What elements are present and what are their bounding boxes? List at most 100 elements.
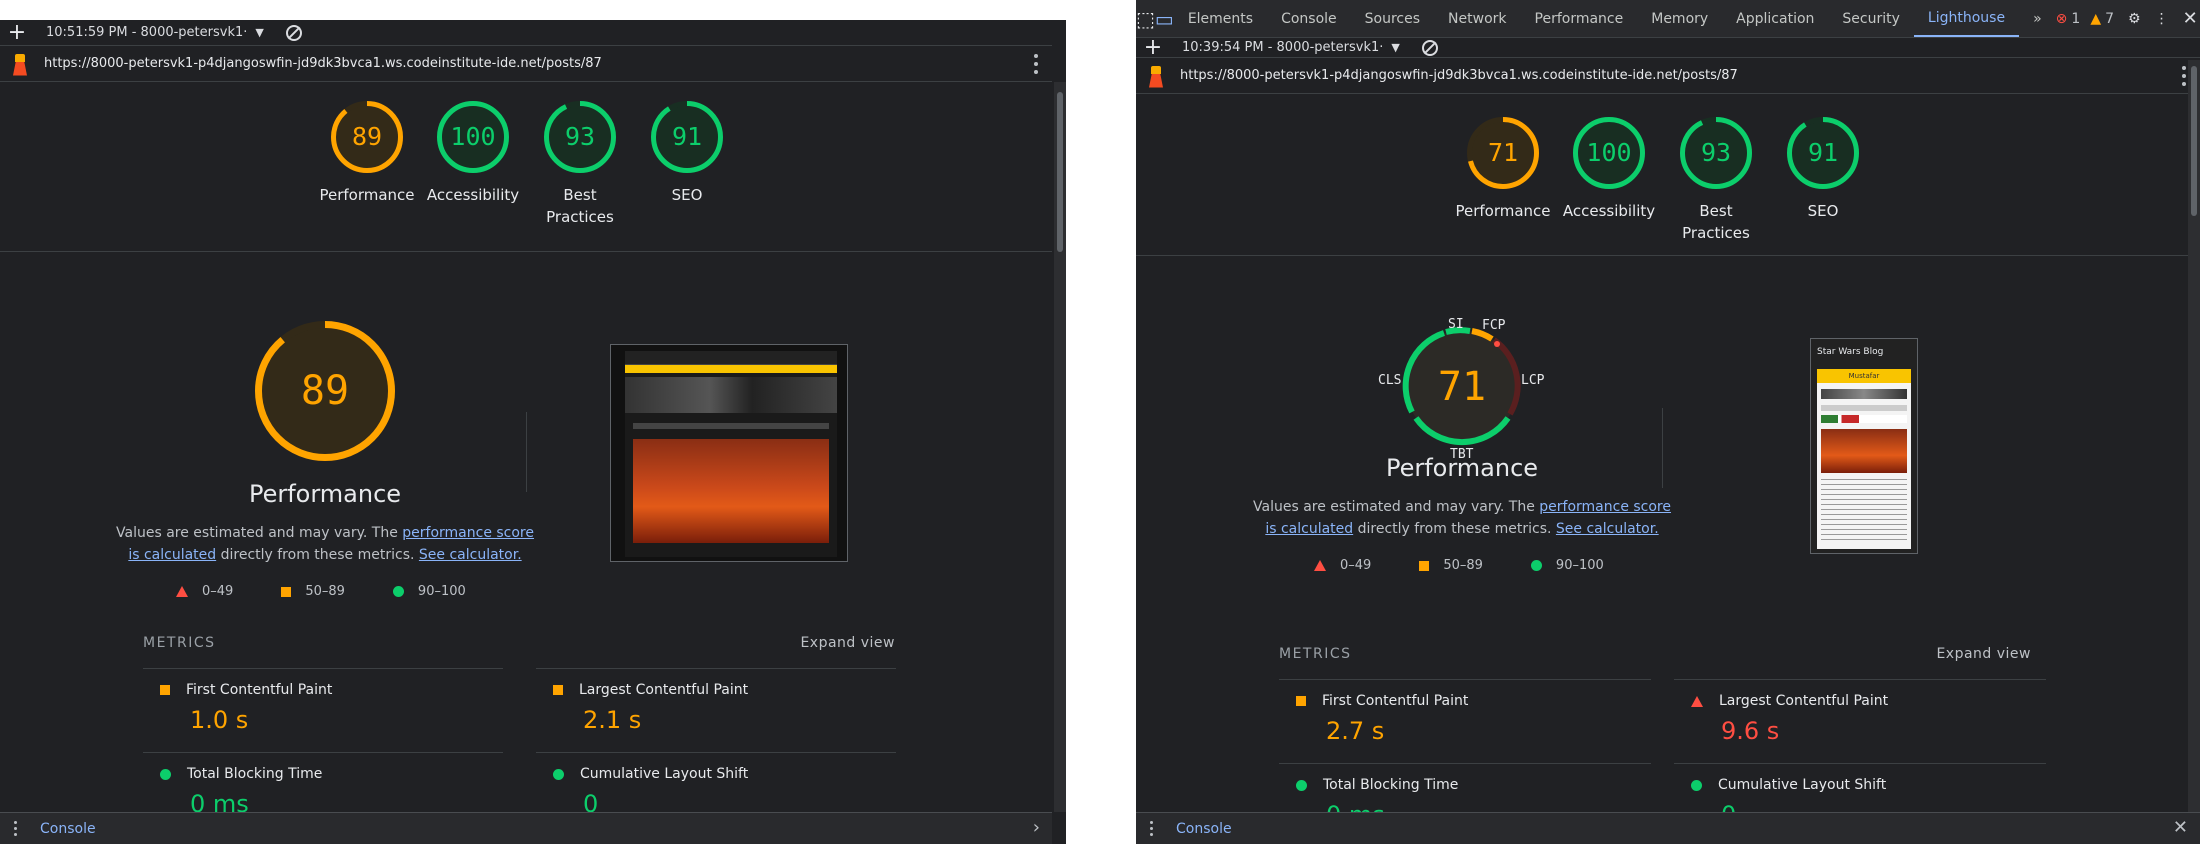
- metric-lcp: Largest Contentful Paint 2.1 s: [553, 682, 748, 734]
- gauge-ring: 91: [1786, 116, 1860, 190]
- screenshot-text: [1821, 479, 1907, 541]
- pass-icon: [553, 768, 564, 780]
- expand-view-toggle[interactable]: Expand view: [800, 635, 895, 651]
- kebab-menu-icon[interactable]: ⋮: [2155, 11, 2183, 27]
- divider: [1662, 408, 1663, 488]
- settings-gear-icon[interactable]: ⚙: [2128, 11, 2155, 27]
- new-report-icon[interactable]: +: [1136, 35, 1170, 60]
- report-selector-bar: + 10:39:54 PM - 8000-petersvk1· ▼: [1136, 35, 2200, 60]
- more-tabs-icon[interactable]: »: [2019, 0, 2056, 38]
- gauge-label: SEO: [671, 186, 703, 204]
- segment-fcp: FCP: [1482, 318, 1506, 333]
- average-icon: [281, 586, 292, 597]
- metric-value: 2.7 s: [1326, 717, 1385, 745]
- see-calculator-link[interactable]: See calculator.: [1556, 521, 1659, 537]
- gauge-label: Performance: [1455, 202, 1551, 220]
- performance-big-gauge: 89: [254, 320, 396, 462]
- average-icon: [553, 685, 563, 695]
- metric-name: Largest Contentful Paint: [1719, 693, 1889, 709]
- scrollbar[interactable]: [2188, 60, 2200, 812]
- tab-security[interactable]: Security: [1828, 0, 1914, 38]
- final-screenshot[interactable]: Star Wars Blog Mustafar: [1810, 338, 1918, 554]
- tab-memory[interactable]: Memory: [1637, 0, 1722, 38]
- performance-title: Performance: [248, 480, 402, 508]
- divider: [143, 752, 503, 753]
- report-selector[interactable]: 10:51:59 PM - 8000-petersvk1·: [34, 25, 247, 40]
- segment-lcp: LCP: [1521, 373, 1545, 388]
- gauge-ring: 93: [543, 100, 617, 174]
- error-icon[interactable]: ⊗: [2056, 11, 2072, 27]
- chevron-right-icon[interactable]: ›: [1033, 817, 1040, 838]
- tab-elements[interactable]: Elements: [1174, 0, 1267, 38]
- gauge-accessibility[interactable]: 100 Accessibility: [418, 100, 528, 206]
- divider: [526, 412, 527, 492]
- warning-count[interactable]: 7: [2105, 11, 2128, 27]
- chevron-down-icon[interactable]: ▼: [247, 26, 273, 39]
- tab-console[interactable]: Console: [1267, 0, 1351, 38]
- lighthouse-report-desktop: + 10:51:59 PM - 8000-petersvk1· ▼ https:…: [0, 20, 1066, 844]
- gauge-ring: 93: [1679, 116, 1753, 190]
- tab-lighthouse[interactable]: Lighthouse: [1913, 1, 2020, 37]
- screenshot-hero: [625, 377, 837, 413]
- report-url[interactable]: https://8000-petersvk1-p4djangoswfin-jd9…: [44, 56, 602, 71]
- screenshot-image: [1821, 429, 1907, 473]
- warning-icon[interactable]: ▲: [2090, 11, 2105, 27]
- clear-reports-icon[interactable]: [1421, 39, 1438, 56]
- gauge-score: 93: [564, 122, 596, 151]
- tab-application[interactable]: Application: [1722, 0, 1828, 38]
- gauge-seo[interactable]: 91 SEO: [632, 100, 742, 206]
- gauge-score: 71: [1487, 138, 1519, 167]
- report-selector[interactable]: 10:39:54 PM - 8000-petersvk1·: [1170, 40, 1383, 55]
- console-drawer[interactable]: Console ✕: [1136, 812, 2200, 844]
- pass-icon: [392, 586, 404, 597]
- pass-icon: [1296, 779, 1307, 791]
- metric-fcp: First Contentful Paint 2.7 s: [1296, 693, 1468, 745]
- report-url[interactable]: https://8000-petersvk1-p4djangoswfin-jd9…: [1180, 68, 1738, 83]
- legend-fail: 0–49: [1340, 558, 1372, 573]
- tab-sources[interactable]: Sources: [1351, 0, 1434, 38]
- gauge-best-practices[interactable]: 93 Best Practices: [1660, 116, 1772, 244]
- tab-network[interactable]: Network: [1434, 0, 1520, 38]
- gauge-performance[interactable]: 89 Performance: [312, 100, 422, 206]
- see-calculator-link[interactable]: See calculator.: [419, 547, 522, 563]
- gauge-seo[interactable]: 91 SEO: [1768, 116, 1878, 222]
- scrollbar[interactable]: [1054, 82, 1066, 812]
- close-icon[interactable]: ✕: [2183, 8, 2200, 29]
- expand-view-toggle[interactable]: Expand view: [1936, 646, 2031, 662]
- report-body: 89 Performance 100 Accessibility 93 Best…: [0, 82, 1052, 818]
- metric-value: 1.0 s: [190, 706, 249, 734]
- performance-description: Values are estimated and may vary. The p…: [115, 522, 535, 566]
- gauge-best-practices[interactable]: 93 Best Practices: [524, 100, 636, 228]
- chevron-down-icon[interactable]: ▼: [1383, 41, 1409, 54]
- console-tab[interactable]: Console: [1176, 821, 1232, 837]
- drawer-menu-icon[interactable]: [0, 821, 30, 836]
- average-icon: [1296, 696, 1306, 706]
- gauge-performance[interactable]: 71 Performance: [1448, 116, 1558, 222]
- fail-icon: [176, 586, 188, 597]
- gauge-accessibility[interactable]: 100 Accessibility: [1554, 116, 1664, 222]
- metric-name: Cumulative Layout Shift: [1718, 777, 1887, 793]
- clear-reports-icon[interactable]: [285, 24, 302, 41]
- metric-value: 2.1 s: [583, 706, 642, 734]
- error-count[interactable]: 1: [2071, 11, 2090, 27]
- inspect-icon[interactable]: ⬚: [1136, 0, 1155, 38]
- kebab-menu-icon[interactable]: [1034, 54, 1040, 74]
- drawer-menu-icon[interactable]: [1136, 821, 1166, 836]
- metric-name: Total Blocking Time: [187, 766, 323, 782]
- final-screenshot[interactable]: [610, 344, 848, 562]
- screenshot-page: [625, 351, 837, 557]
- console-drawer[interactable]: Console ›: [0, 812, 1052, 844]
- close-icon[interactable]: ✕: [2173, 817, 2188, 838]
- score-gauges: 89 Performance 100 Accessibility 93 Best…: [0, 82, 1052, 252]
- gauge-score: 100: [450, 122, 496, 151]
- screenshot-image: [633, 439, 829, 543]
- metric-fcp: First Contentful Paint 1.0 s: [160, 682, 332, 734]
- tab-performance[interactable]: Performance: [1521, 0, 1638, 38]
- desc-text: Values are estimated and may vary. The: [116, 525, 403, 541]
- desc-text: Values are estimated and may vary. The: [1253, 499, 1540, 515]
- device-toggle-icon[interactable]: ▭: [1155, 0, 1174, 38]
- divider: [536, 752, 896, 753]
- new-report-icon[interactable]: +: [0, 20, 34, 45]
- divider: [1279, 763, 1651, 764]
- console-tab[interactable]: Console: [40, 821, 96, 837]
